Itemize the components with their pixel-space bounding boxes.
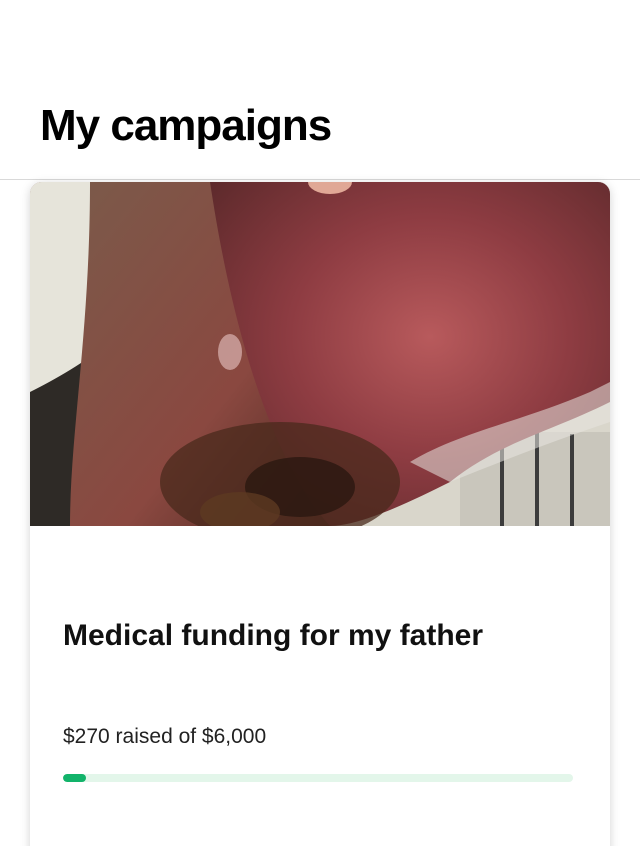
campaign-card[interactable]: Medical funding for my father $270 raise… [30,182,610,846]
header: My campaigns [0,0,640,180]
page-title: My campaigns [40,101,332,150]
campaign-image[interactable] [30,182,610,526]
raised-amount-text: $270 raised of $6,000 [63,725,267,748]
page: My campaigns Medical funding for my fath… [0,0,640,846]
campaign-title[interactable]: Medical funding for my father [63,616,483,656]
progress-bar-fill [63,774,86,782]
progress-bar [63,774,573,782]
